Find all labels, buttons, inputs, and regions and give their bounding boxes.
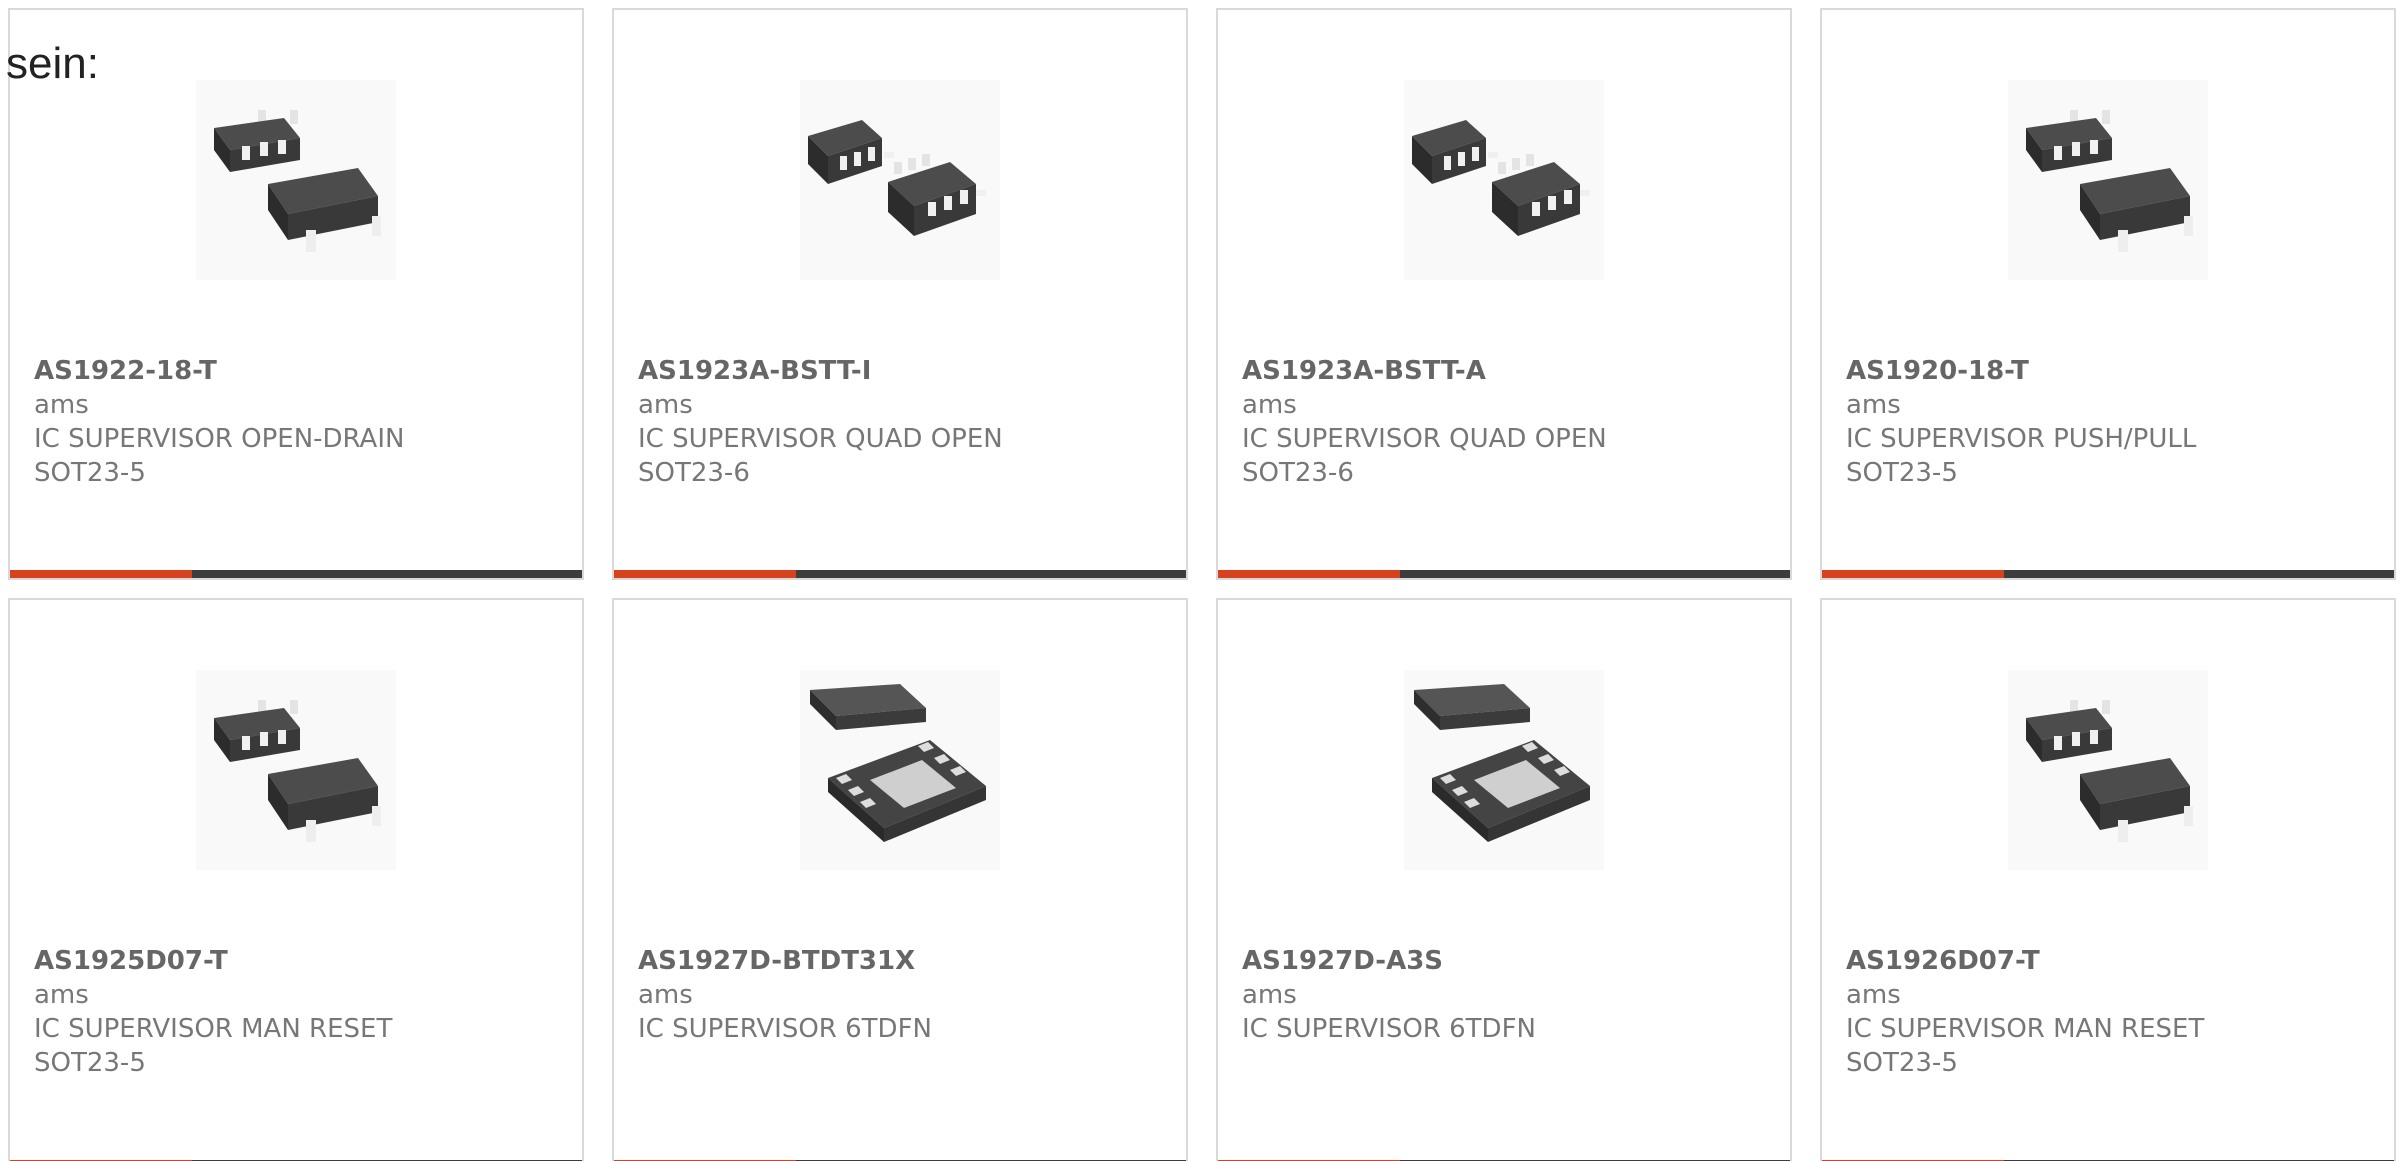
sot23-6-package-icon bbox=[800, 80, 1000, 280]
sot23-package-icon bbox=[196, 80, 396, 280]
product-card[interactable]: AS1926D07-T ams IC SUPERVISOR MAN RESET … bbox=[1820, 598, 2396, 1161]
part-number: AS1926D07-T bbox=[1846, 946, 2040, 976]
manufacturer: ams bbox=[1846, 980, 1901, 1010]
manufacturer: ams bbox=[638, 390, 693, 420]
manufacturer: ams bbox=[1242, 390, 1297, 420]
product-card[interactable]: AS1927D-A3S ams IC SUPERVISOR 6TDFN bbox=[1216, 598, 1792, 1161]
description: IC SUPERVISOR 6TDFN bbox=[638, 1014, 932, 1044]
description: IC SUPERVISOR QUAD OPEN bbox=[1242, 424, 1607, 454]
product-card[interactable]: AS1925D07-T ams IC SUPERVISOR MAN RESET … bbox=[8, 598, 584, 1161]
manufacturer: ams bbox=[34, 980, 89, 1010]
description: IC SUPERVISOR 6TDFN bbox=[1242, 1014, 1536, 1044]
card-accent-bar bbox=[1218, 570, 1400, 578]
card-footer-bar bbox=[1822, 570, 2394, 578]
product-card[interactable]: AS1920-18-T ams IC SUPERVISOR PUSH/PULL … bbox=[1820, 8, 2396, 580]
card-footer-bar bbox=[614, 570, 1186, 578]
manufacturer: ams bbox=[1242, 980, 1297, 1010]
sot23-package-icon bbox=[2008, 670, 2208, 870]
part-number: AS1920-18-T bbox=[1846, 356, 2029, 386]
manufacturer: ams bbox=[638, 980, 693, 1010]
product-card[interactable]: AS1923A-BSTT-A ams IC SUPERVISOR QUAD OP… bbox=[1216, 8, 1792, 580]
intro-text: sein: bbox=[6, 39, 99, 88]
card-accent-bar bbox=[1822, 570, 2004, 578]
card-footer-bar bbox=[10, 570, 582, 578]
card-accent-bar bbox=[614, 570, 796, 578]
description: IC SUPERVISOR MAN RESET bbox=[34, 1014, 393, 1044]
product-grid: AS1922-18-T ams IC SUPERVISOR OPEN-DRAIN… bbox=[8, 8, 2400, 1161]
package: SOT23-5 bbox=[34, 1048, 146, 1078]
tdfn-package-icon bbox=[1404, 670, 1604, 870]
description: IC SUPERVISOR MAN RESET bbox=[1846, 1014, 2205, 1044]
card-footer-bar bbox=[1218, 570, 1790, 578]
package: SOT23-6 bbox=[638, 458, 750, 488]
package: SOT23-5 bbox=[1846, 1048, 1958, 1078]
description: IC SUPERVISOR PUSH/PULL bbox=[1846, 424, 2197, 454]
part-number: AS1925D07-T bbox=[34, 946, 228, 976]
product-card[interactable]: AS1927D-BTDT31X ams IC SUPERVISOR 6TDFN bbox=[612, 598, 1188, 1161]
part-number: AS1922-18-T bbox=[34, 356, 217, 386]
sot23-package-icon bbox=[2008, 80, 2208, 280]
part-number: AS1927D-BTDT31X bbox=[638, 946, 916, 976]
part-number: AS1923A-BSTT-A bbox=[1242, 356, 1486, 386]
package: SOT23-5 bbox=[1846, 458, 1958, 488]
tdfn-package-icon bbox=[800, 670, 1000, 870]
manufacturer: ams bbox=[1846, 390, 1901, 420]
product-card[interactable]: AS1923A-BSTT-I ams IC SUPERVISOR QUAD OP… bbox=[612, 8, 1188, 580]
manufacturer: ams bbox=[34, 390, 89, 420]
description: IC SUPERVISOR OPEN-DRAIN bbox=[34, 424, 405, 454]
sot23-package-icon bbox=[196, 670, 396, 870]
package: SOT23-6 bbox=[1242, 458, 1354, 488]
sot23-6-package-icon bbox=[1404, 80, 1604, 280]
description: IC SUPERVISOR QUAD OPEN bbox=[638, 424, 1003, 454]
card-accent-bar bbox=[10, 570, 192, 578]
part-number: AS1927D-A3S bbox=[1242, 946, 1444, 976]
product-card[interactable]: AS1922-18-T ams IC SUPERVISOR OPEN-DRAIN… bbox=[8, 8, 584, 580]
part-number: AS1923A-BSTT-I bbox=[638, 356, 872, 386]
package: SOT23-5 bbox=[34, 458, 146, 488]
